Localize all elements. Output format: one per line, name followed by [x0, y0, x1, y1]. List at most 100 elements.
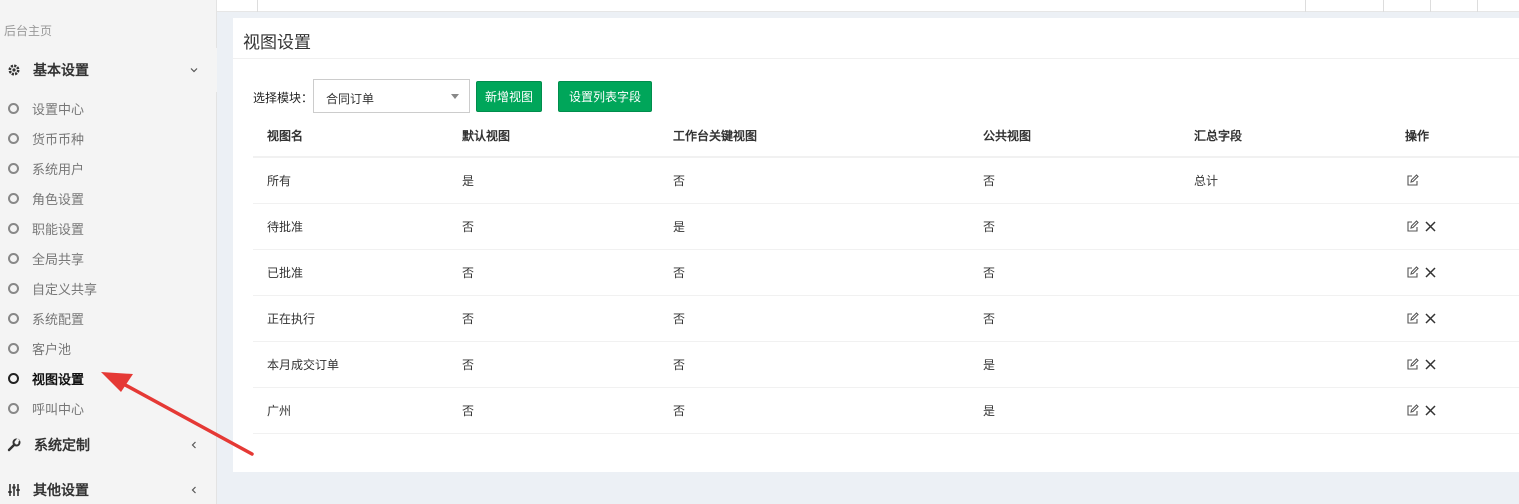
sidebar-item-label: 系统用户 [32, 162, 85, 178]
row-actions [1405, 158, 1419, 203]
sidebar-item-custom-share[interactable]: 自定义共享 [0, 273, 217, 303]
delete-icon[interactable] [1423, 312, 1437, 326]
default-view-cell: 否 [462, 266, 475, 280]
page-title: 视图设置 [243, 33, 311, 53]
column-header: 工作台关键视图 [673, 129, 758, 143]
view-name-cell: 本月成交订单 [267, 358, 340, 372]
column-header: 汇总字段 [1194, 129, 1243, 143]
nav-group-basic-settings[interactable]: 基本设置 [0, 48, 217, 92]
edit-icon[interactable] [1405, 174, 1419, 188]
sidebar-item-functions[interactable]: 职能设置 [0, 213, 217, 243]
sidebar-item-label: 设置中心 [32, 102, 85, 118]
sidebar-item-call-center[interactable]: 呼叫中心 [0, 393, 217, 423]
column-header: 视图名 [267, 129, 304, 143]
sidebar-item-label: 全局共享 [32, 252, 85, 268]
public-view-cell: 否 [983, 312, 996, 326]
sidebar-item-system-config[interactable]: 系统配置 [0, 303, 217, 333]
workbench-view-cell: 否 [673, 266, 686, 280]
circle-icon [8, 402, 19, 414]
default-view-cell: 否 [462, 358, 475, 372]
row-actions [1405, 250, 1437, 295]
delete-icon[interactable] [1423, 358, 1437, 372]
table-row: 广州 否 否 是 [253, 388, 1519, 434]
sidebar-item-global-share[interactable]: 全局共享 [0, 243, 217, 273]
sidebar-item-label: 职能设置 [32, 222, 85, 238]
sidebar-item-label: 自定义共享 [32, 282, 98, 298]
wrench-icon [6, 437, 22, 453]
sidebar-item-label: 视图设置 [32, 372, 85, 388]
view-name-cell: 正在执行 [267, 312, 316, 326]
views-table: 视图名 默认视图 工作台关键视图 公共视图 汇总字段 操作 所有是否否总计 待批准… [253, 115, 1519, 434]
summary-field-cell: 总计 [1194, 174, 1219, 188]
row-actions [1405, 204, 1437, 249]
public-view-cell: 否 [983, 174, 996, 188]
topbar-divider [1383, 0, 1384, 12]
nav-group-label: 其他设置 [33, 483, 89, 499]
delete-icon[interactable] [1423, 404, 1437, 418]
default-view-cell: 否 [462, 220, 475, 234]
workbench-view-cell: 否 [673, 404, 686, 418]
module-select-label: 选择模块： [253, 91, 314, 105]
sidebar-item-currency[interactable]: 货币币种 [0, 123, 217, 153]
edit-icon[interactable] [1405, 358, 1419, 372]
view-name-cell: 已批准 [267, 266, 304, 280]
column-header: 公共视图 [983, 129, 1032, 143]
table-row: 已批准 否 否 否 [253, 250, 1519, 296]
sidebar-item-system-users[interactable]: 系统用户 [0, 153, 217, 183]
circle-icon [8, 192, 19, 204]
circle-icon [8, 252, 19, 264]
module-select[interactable]: 合同订单 [313, 79, 470, 113]
circle-icon [8, 162, 19, 174]
sidebar-item-customer-pool[interactable]: 客户池 [0, 333, 217, 363]
public-view-cell: 是 [983, 404, 996, 418]
view-settings-panel: 视图设置 选择模块： 合同订单 新增视图 设置列表字段 视图名 默认视图 工作台… [233, 18, 1519, 472]
gear-icon [6, 62, 22, 78]
delete-icon[interactable] [1423, 220, 1437, 234]
edit-icon[interactable] [1405, 220, 1419, 234]
view-name-cell: 广州 [267, 404, 292, 418]
add-view-button[interactable]: 新增视图 [476, 81, 542, 112]
column-header: 默认视图 [462, 129, 511, 143]
circle-icon [8, 282, 19, 294]
sidebar: 后台主页 基本设置 设置中心 货币币种 系统用户 角色设置 职能设置 全局共享 … [0, 0, 217, 504]
table-row: 正在执行 否 否 否 [253, 296, 1519, 342]
sliders-icon [6, 482, 22, 498]
topbar-divider [1430, 0, 1431, 12]
nav-group-system-customization[interactable]: 系统定制 [0, 423, 217, 467]
sidebar-item-label: 客户池 [32, 342, 72, 358]
edit-icon[interactable] [1405, 266, 1419, 280]
table-row: 待批准 否 是 否 [253, 204, 1519, 250]
column-header: 操作 [1405, 129, 1430, 143]
circle-icon [8, 102, 19, 114]
home-link[interactable]: 后台主页 [4, 22, 52, 39]
row-actions [1405, 342, 1437, 387]
table-row: 所有 是 否 否 总计 [253, 158, 1519, 204]
workbench-view-cell: 是 [673, 220, 686, 234]
nav-group-label: 基本设置 [33, 63, 89, 79]
sidebar-item-label: 角色设置 [32, 192, 85, 208]
public-view-cell: 否 [983, 220, 996, 234]
nav-group-other-settings[interactable]: 其他设置 [0, 468, 217, 504]
caret-down-icon [451, 94, 459, 99]
default-view-cell: 否 [462, 404, 475, 418]
public-view-cell: 否 [983, 266, 996, 280]
default-view-cell: 是 [462, 174, 475, 188]
set-list-fields-button[interactable]: 设置列表字段 [558, 81, 652, 112]
row-actions [1405, 388, 1437, 433]
circle-icon [8, 132, 19, 144]
sidebar-item-settings-center[interactable]: 设置中心 [0, 93, 217, 123]
edit-icon[interactable] [1405, 404, 1419, 418]
topbar-divider [1305, 0, 1306, 12]
default-view-cell: 否 [462, 312, 475, 326]
view-name-cell: 待批准 [267, 220, 304, 234]
topbar-divider [257, 0, 258, 12]
chevron-left-icon [188, 439, 200, 451]
sidebar-item-view-settings[interactable]: 视图设置 [0, 363, 217, 393]
title-divider [233, 58, 1519, 59]
delete-icon[interactable] [1423, 266, 1437, 280]
circle-icon [8, 372, 19, 384]
sidebar-item-label: 货币币种 [32, 132, 85, 148]
sidebar-item-roles[interactable]: 角色设置 [0, 183, 217, 213]
edit-icon[interactable] [1405, 312, 1419, 326]
workbench-view-cell: 否 [673, 174, 686, 188]
